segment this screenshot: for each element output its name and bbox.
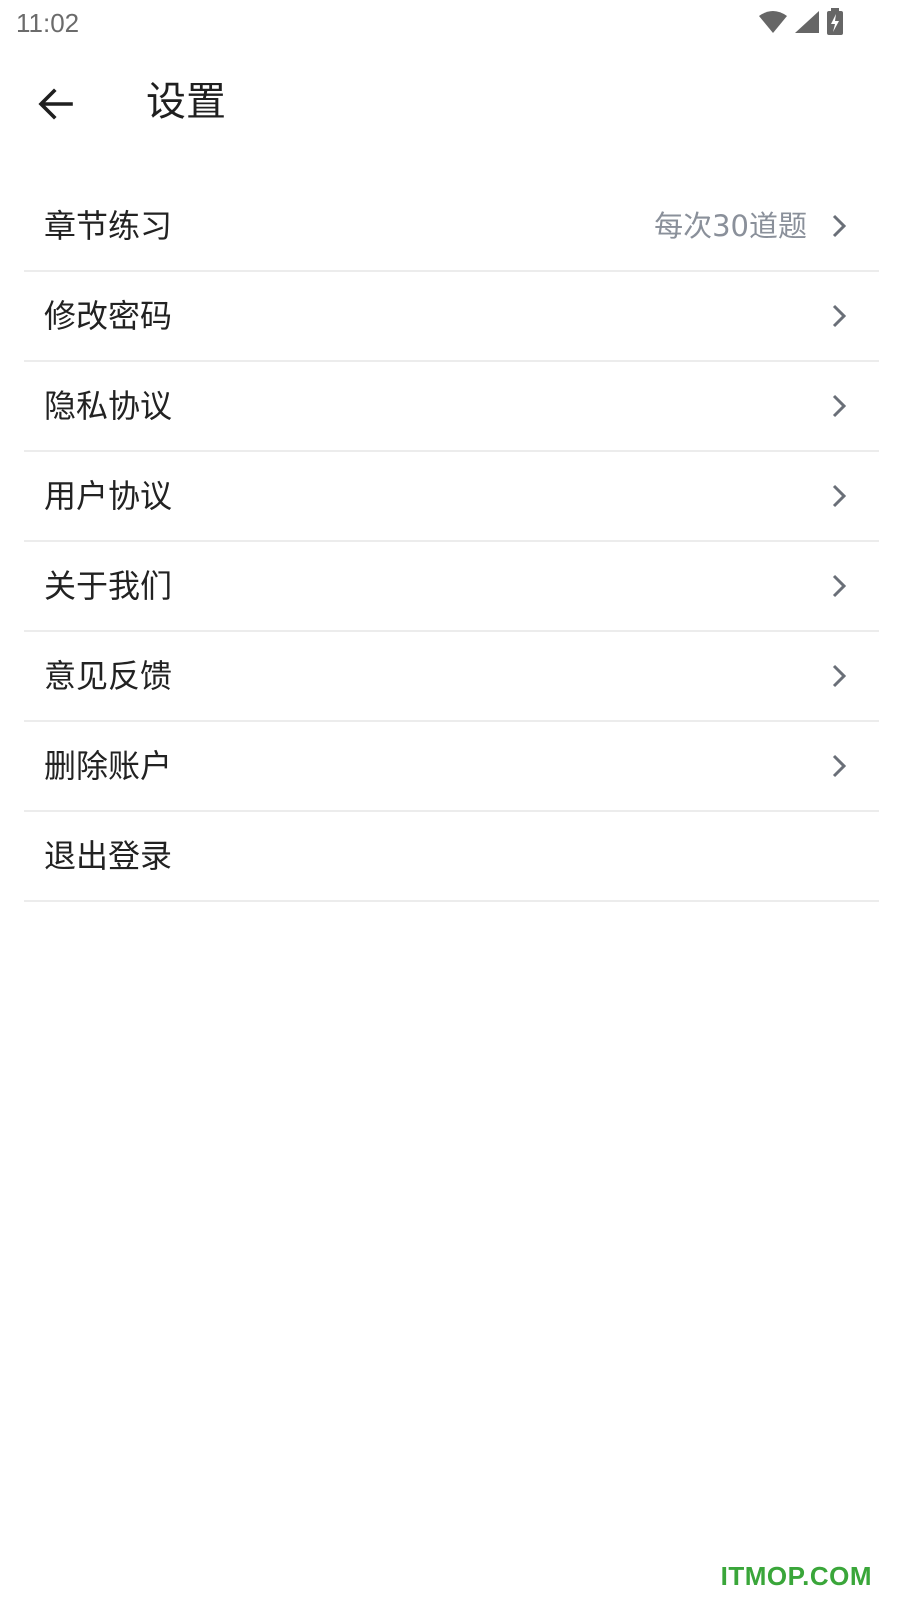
status-icons [758,8,844,40]
chevron-right-icon [829,572,849,600]
chevron-right-icon [829,482,849,510]
settings-item-user-agreement[interactable]: 用户协议 [24,452,879,542]
chevron-right-icon [829,392,849,420]
chevron-right-icon [829,752,849,780]
chevron-right-icon [829,212,849,240]
settings-item-label: 章节练习 [44,207,173,245]
settings-item-label: 意见反馈 [44,657,173,695]
watermark-logo: ITMOP.COM [720,1561,872,1591]
settings-item-chapter-practice[interactable]: 章节练习 每次30道题 [24,182,879,272]
signal-icon [794,10,820,38]
settings-item-change-password[interactable]: 修改密码 [24,272,879,362]
back-button[interactable] [28,78,84,134]
chevron-right-icon [829,302,849,330]
arrow-left-icon [38,86,74,126]
toolbar: 设置 [0,60,900,150]
settings-item-value: 每次30道题 [654,209,807,243]
settings-item-delete-account[interactable]: 删除账户 [24,722,879,812]
settings-item-about-us[interactable]: 关于我们 [24,542,879,632]
settings-list: 章节练习 每次30道题 修改密码 隐私协议 用户协议 关于我们 意见反馈 删除账… [24,182,879,902]
settings-item-label: 删除账户 [44,747,173,785]
battery-charging-icon [826,8,844,40]
settings-item-privacy-policy[interactable]: 隐私协议 [24,362,879,452]
settings-item-label: 关于我们 [44,567,173,605]
settings-item-feedback[interactable]: 意见反馈 [24,632,879,722]
status-time: 11:02 [16,8,80,38]
settings-item-logout[interactable]: 退出登录 [24,812,879,902]
settings-item-label: 用户协议 [44,477,173,515]
chevron-right-icon [829,662,849,690]
page-title: 设置 [146,79,226,125]
wifi-icon [758,10,788,38]
status-bar: 11:02 [0,0,900,50]
settings-item-label: 退出登录 [44,837,173,875]
settings-item-label: 修改密码 [44,297,173,335]
settings-item-label: 隐私协议 [44,387,173,425]
